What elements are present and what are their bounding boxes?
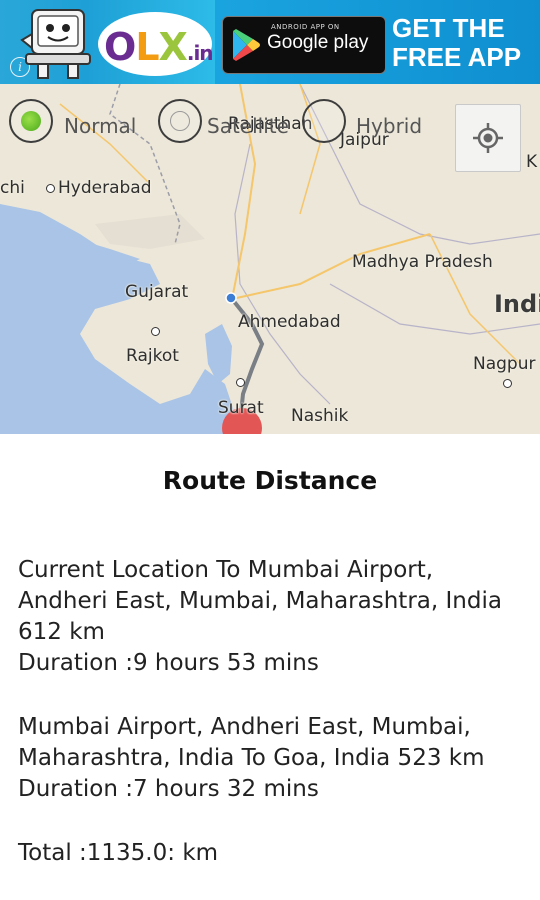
radio-normal-dot <box>21 111 41 131</box>
route-leg-1: Current Location To Mumbai Airport, Andh… <box>18 555 533 679</box>
map-label-india: Indi <box>494 290 540 318</box>
radio-hybrid-dot <box>314 111 334 131</box>
map-label-madhya-pradesh: Madhya Pradesh <box>352 252 493 272</box>
ad-cta-line2: FREE APP <box>392 42 522 72</box>
leg1-line1: Current Location To Mumbai Airport, <box>18 557 434 583</box>
map-dot-rajkot <box>151 327 160 336</box>
leg2-line2: Maharashtra, India To Goa, India 523 km <box>18 745 485 771</box>
map-label-karachi: chi <box>0 178 25 198</box>
map-label-ahmedabad: Ahmedabad <box>238 312 341 332</box>
olx-logo-l: L <box>135 25 159 69</box>
leg1-line2: Andheri East, Mumbai, Maharashtra, India <box>18 588 502 614</box>
crosshair-icon <box>473 123 503 153</box>
map-label-nagpur: Nagpur <box>473 354 536 374</box>
mascot-icon <box>20 9 91 79</box>
map-label-surat: Surat <box>218 398 264 418</box>
map-dot-hyderabad <box>46 184 55 193</box>
map-dot-surat <box>236 378 245 387</box>
radio-satellite-label[interactable]: Satellite <box>207 114 289 138</box>
play-store-icon <box>233 29 260 61</box>
map-label-hyderabad: Hyderabad <box>58 178 152 198</box>
store-name: Google play <box>267 32 369 53</box>
radio-hybrid-label[interactable]: Hybrid <box>356 114 422 138</box>
route-title: Route Distance <box>162 466 378 495</box>
radio-normal-label[interactable]: Normal <box>64 114 136 138</box>
route-leg-2: Mumbai Airport, Andheri East, Mumbai, Ma… <box>18 712 533 805</box>
radio-hybrid[interactable] <box>302 99 346 143</box>
ad-cta-text: GET THE FREE APP <box>392 14 521 72</box>
ad-banner[interactable]: i OLX.in ANDROID APP ON Google play GET … <box>0 0 540 84</box>
leg2-line1: Mumbai Airport, Andheri East, Mumbai, <box>18 714 471 740</box>
olx-logo-o: O <box>104 25 136 69</box>
map-label-gujarat: Gujarat <box>125 282 189 302</box>
olx-logo: OLX.in <box>104 25 214 69</box>
ad-cta-line1: GET THE <box>392 13 505 43</box>
leg1-distance: 612 km <box>18 619 105 645</box>
map-label-rajkot: Rajkot <box>126 346 179 366</box>
google-play-badge[interactable]: ANDROID APP ON Google play <box>222 16 386 74</box>
map-dot-nagpur <box>503 379 512 388</box>
my-location-button[interactable] <box>455 104 521 172</box>
map-label-nashik: Nashik <box>291 406 349 426</box>
radio-normal[interactable] <box>9 99 53 143</box>
olx-logo-suffix: .in <box>186 41 214 65</box>
route-total: Total :1135.0: km <box>18 840 219 866</box>
radio-satellite[interactable] <box>158 99 202 143</box>
leg1-duration: Duration :9 hours 53 mins <box>18 650 319 676</box>
map-label-edge: K <box>526 152 538 172</box>
store-caption: ANDROID APP ON <box>271 23 340 31</box>
leg2-duration: Duration :7 hours 32 mins <box>18 776 319 802</box>
olx-logo-x: X <box>158 25 188 69</box>
radio-satellite-dot <box>170 111 190 131</box>
